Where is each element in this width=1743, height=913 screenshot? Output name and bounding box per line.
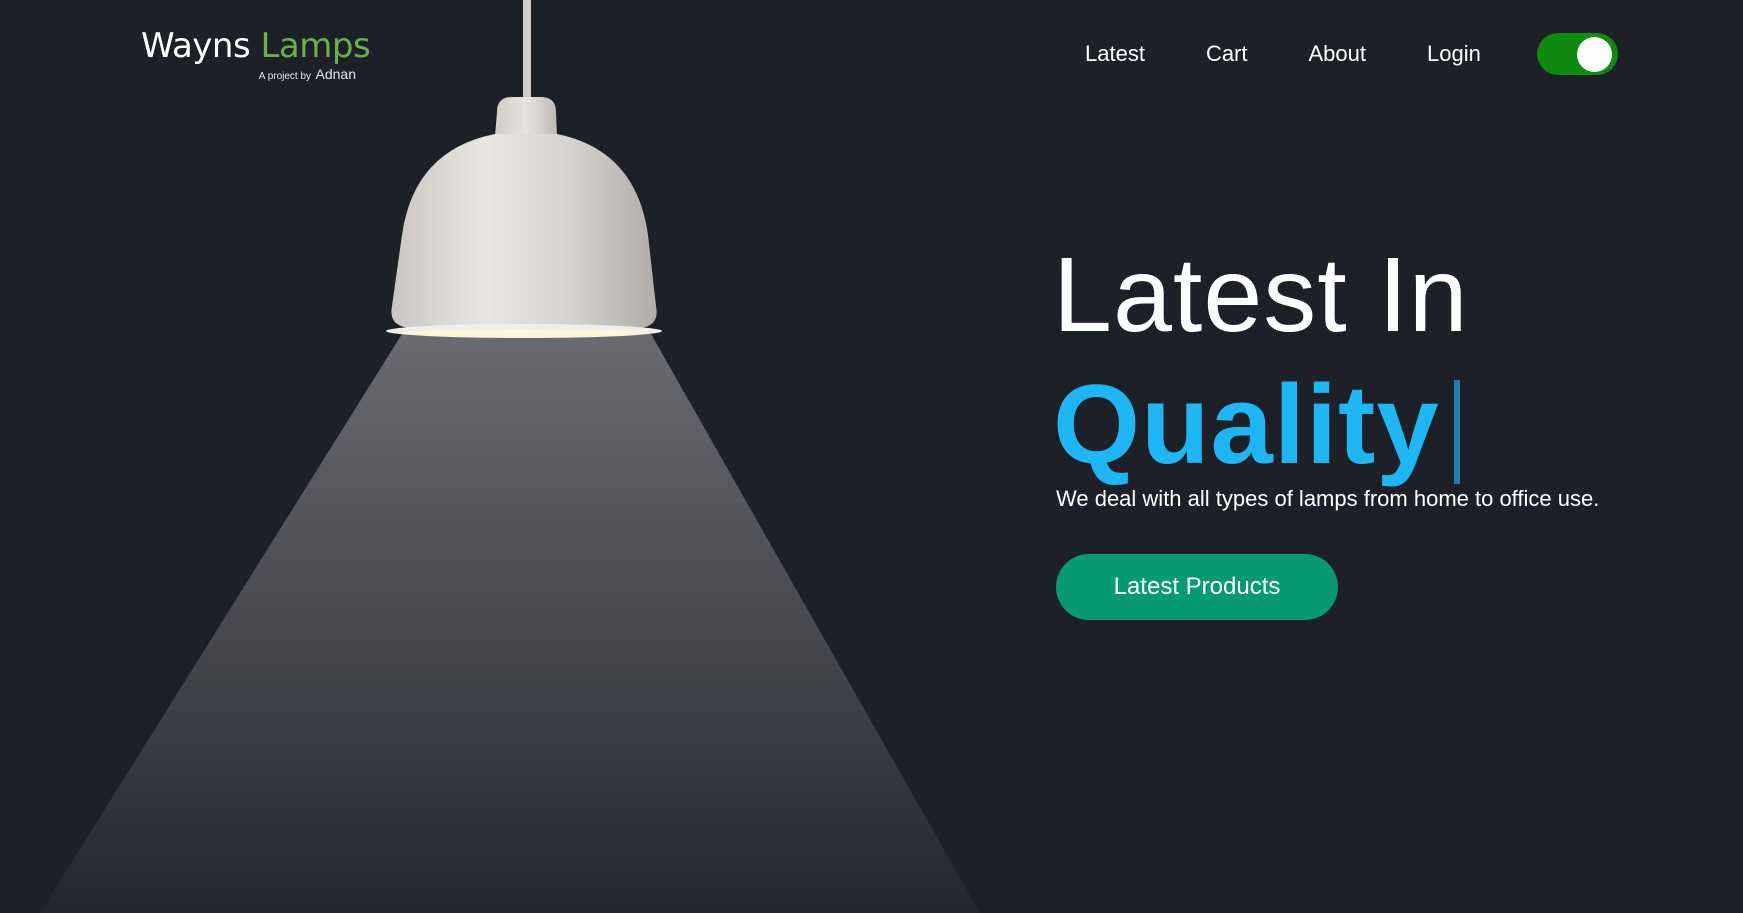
light-beam — [40, 334, 980, 913]
logo-word-lamps: Lamps — [260, 26, 371, 66]
pendant-lamp-illustration — [40, 0, 980, 913]
typing-caret — [1453, 380, 1460, 484]
nav-link-cart[interactable]: Cart — [1206, 38, 1248, 70]
latest-products-button[interactable]: Latest Products — [1056, 554, 1338, 620]
nav-link-about[interactable]: About — [1309, 38, 1367, 70]
logo-byline-name: Adnan — [315, 66, 356, 82]
lamp-glow — [402, 329, 646, 337]
logo-byline: A project by Adnan — [259, 66, 356, 84]
logo-byline-prefix: A project by — [258, 71, 312, 82]
logo-word-wayns: Wayns — [141, 26, 251, 66]
logo[interactable]: Wayns Lamps A project by Adnan — [141, 24, 371, 84]
lamp-shade — [391, 134, 657, 328]
lamp-cord — [523, 0, 531, 100]
nav-link-latest[interactable]: Latest — [1085, 38, 1145, 70]
theme-toggle-switch[interactable] — [1537, 33, 1618, 75]
hero-description: We deal with all types of lamps from hom… — [1056, 486, 1600, 511]
hero-heading-line2: Quality — [1053, 366, 1460, 484]
hero-heading-line1: Latest In — [1053, 236, 1469, 354]
main-nav: Latest Cart About Login — [1085, 38, 1481, 70]
toggle-knob — [1577, 37, 1612, 72]
lamp-cap — [495, 97, 557, 136]
nav-link-login[interactable]: Login — [1427, 38, 1481, 70]
hero-accent-word: Quality — [1053, 362, 1440, 487]
logo-title: Wayns Lamps — [141, 24, 371, 68]
